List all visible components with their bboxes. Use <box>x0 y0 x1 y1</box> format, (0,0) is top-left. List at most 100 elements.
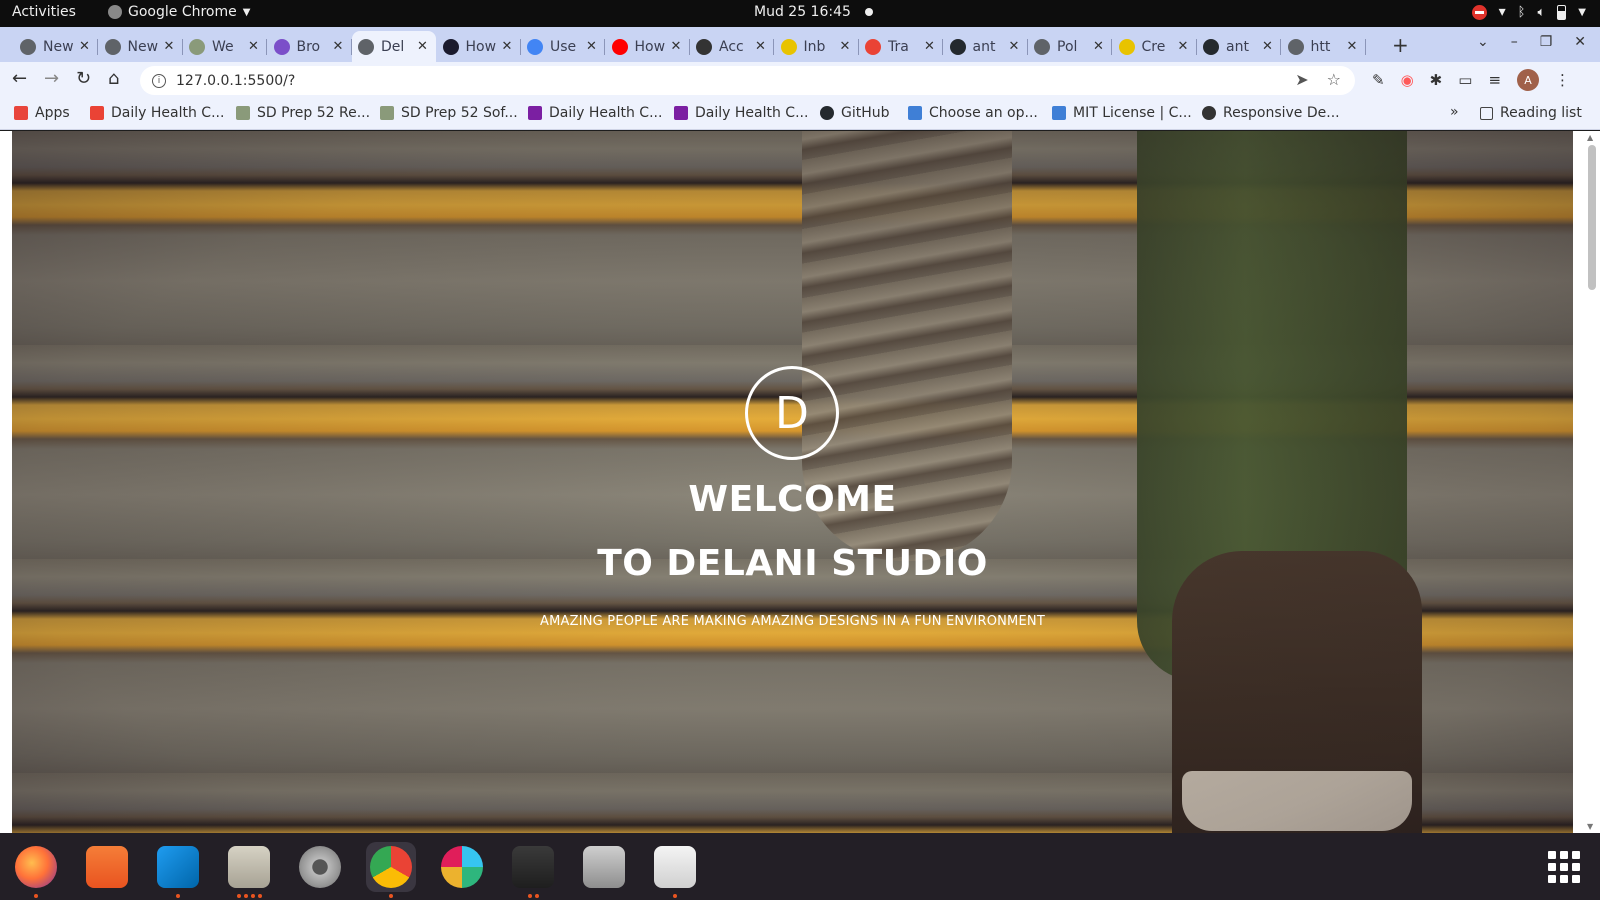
github-icon <box>1203 38 1219 55</box>
tab-label: ant <box>972 38 996 55</box>
dock-image-viewer[interactable] <box>579 842 629 892</box>
github-icon <box>949 38 966 55</box>
close-tab-icon[interactable]: ✕ <box>1178 39 1189 54</box>
bookmark-item[interactable]: Apps <box>14 105 70 121</box>
bookmark-item[interactable]: Responsive De... <box>1202 105 1340 121</box>
browser-tab[interactable]: Bro ✕ <box>268 31 352 62</box>
bookmark-item[interactable]: Daily Health C... <box>674 105 808 121</box>
close-tab-icon[interactable]: ✕ <box>755 39 766 54</box>
back-icon[interactable]: ← <box>12 68 27 89</box>
forward-icon[interactable]: → <box>44 68 59 89</box>
activities-button[interactable]: Activities <box>12 4 76 20</box>
browser-tab[interactable]: New ✕ <box>14 31 98 62</box>
hero-welcome-heading: WELCOME <box>688 479 897 520</box>
chrome-menu-icon[interactable]: ⋮ <box>1555 71 1570 89</box>
close-tab-icon[interactable]: ✕ <box>1093 39 1104 54</box>
show-applications-icon[interactable] <box>1548 851 1580 883</box>
system-tray[interactable]: ▾ ᛒ 🔈︎ ▼ <box>1471 4 1586 20</box>
close-tab-icon[interactable]: ✕ <box>586 39 597 54</box>
github-icon <box>820 106 834 120</box>
battery-icon <box>1557 4 1567 20</box>
close-tab-icon[interactable]: ✕ <box>164 39 175 54</box>
browser-tab[interactable]: ant ✕ <box>944 31 1028 62</box>
dock-files[interactable] <box>224 842 274 898</box>
bookmark-label: Daily Health C... <box>549 105 663 121</box>
browser-tab[interactable]: We ✕ <box>183 31 267 62</box>
media-controls-icon[interactable]: ≡ <box>1488 71 1501 89</box>
license-icon <box>1052 106 1066 120</box>
tree-icon <box>189 38 205 55</box>
gmail-icon <box>865 38 881 55</box>
browser-tab[interactable]: Cre ✕ <box>1113 31 1197 62</box>
close-tab-icon[interactable]: ✕ <box>1262 39 1273 54</box>
close-tab-icon[interactable]: ✕ <box>417 39 428 54</box>
scroll-up-icon[interactable]: ▲ <box>1587 133 1593 142</box>
tab-search-icon[interactable]: ⌄ <box>1477 34 1489 50</box>
reload-icon[interactable]: ↻ <box>76 68 91 89</box>
browser-tab[interactable]: How ✕ <box>606 31 690 62</box>
clock[interactable]: Mud 25 16:45 <box>754 4 873 20</box>
power-menu-icon[interactable]: ▼ <box>1578 7 1586 18</box>
close-tab-icon[interactable]: ✕ <box>1009 39 1020 54</box>
url-text[interactable]: 127.0.0.1:5500/? <box>176 73 295 89</box>
scrollbar-thumb[interactable] <box>1588 145 1596 290</box>
cast-icon[interactable]: ▭ <box>1458 71 1472 89</box>
bookmark-item[interactable]: GitHub <box>820 105 890 121</box>
close-tab-icon[interactable]: ✕ <box>924 39 935 54</box>
dock-firefox[interactable] <box>11 842 61 898</box>
reading-list-button[interactable]: Reading list <box>1480 105 1582 121</box>
dock-slack[interactable] <box>437 842 487 892</box>
close-window-icon[interactable]: ✕ <box>1574 34 1586 50</box>
close-tab-icon[interactable]: ✕ <box>333 39 344 54</box>
site-info-icon[interactable]: i <box>152 73 166 88</box>
bookmark-item[interactable]: SD Prep 52 Sof... <box>380 105 518 121</box>
close-tab-icon[interactable]: ✕ <box>1347 39 1358 54</box>
close-tab-icon[interactable]: ✕ <box>79 39 90 54</box>
dock-settings[interactable] <box>295 842 345 892</box>
bookmark-star-icon[interactable]: ☆ <box>1327 70 1341 89</box>
browser-tab[interactable]: Del ✕ <box>352 31 436 62</box>
home-icon[interactable]: ⌂ <box>108 68 119 89</box>
running-indicator <box>650 894 700 898</box>
browser-tab[interactable]: ant ✕ <box>1197 31 1281 62</box>
browser-tab[interactable]: New ✕ <box>99 31 183 62</box>
send-to-device-icon[interactable]: ➤ <box>1295 70 1308 89</box>
close-tab-icon[interactable]: ✕ <box>840 39 851 54</box>
restore-icon[interactable]: ❐ <box>1540 34 1553 50</box>
do-not-disturb-icon[interactable] <box>1471 4 1487 20</box>
bookmark-item[interactable]: MIT License | C... <box>1052 105 1192 121</box>
google-g-icon <box>527 38 543 55</box>
browser-tab[interactable]: Pol ✕ <box>1028 31 1112 62</box>
dock-chrome[interactable] <box>366 842 416 898</box>
close-tab-icon[interactable]: ✕ <box>671 39 682 54</box>
dock-vscode[interactable] <box>153 842 203 898</box>
extensions-puzzle-icon[interactable]: ✱ <box>1430 71 1443 89</box>
more-bookmarks-icon[interactable]: » <box>1450 104 1459 120</box>
record-extension-icon[interactable]: ◉ <box>1401 71 1414 89</box>
new-tab-button[interactable]: + <box>1392 33 1409 57</box>
browser-tab[interactable]: Acc ✕ <box>690 31 774 62</box>
app-menu[interactable]: Google Chrome ▼ <box>108 4 250 20</box>
browser-tab[interactable]: Inb ✕ <box>775 31 859 62</box>
running-indicator <box>11 894 61 898</box>
tab-label: Pol <box>1057 38 1078 55</box>
scroll-down-icon[interactable]: ▼ <box>1587 822 1593 831</box>
browser-tab[interactable]: How ✕ <box>437 31 521 62</box>
dock-terminal[interactable] <box>508 842 558 898</box>
bookmark-item[interactable]: SD Prep 52 Re... <box>236 105 370 121</box>
page-scrollbar[interactable]: ▲ ▼ <box>1584 131 1600 833</box>
close-tab-icon[interactable]: ✕ <box>502 39 513 54</box>
dock-ubuntu-software[interactable] <box>82 842 132 892</box>
bookmark-item[interactable]: Choose an op... <box>908 105 1038 121</box>
browser-tab[interactable]: htt ✕ <box>1282 31 1366 62</box>
address-bar[interactable]: i 127.0.0.1:5500/? ➤ ☆ <box>140 66 1355 95</box>
bookmark-item[interactable]: Daily Health C... <box>528 105 662 121</box>
bookmark-item[interactable]: Daily Health C... <box>90 105 224 121</box>
eyedropper-extension-icon[interactable]: ✎ <box>1372 71 1385 89</box>
minimize-icon[interactable]: – <box>1511 34 1518 50</box>
dock-text-editor[interactable] <box>650 842 700 898</box>
browser-tab[interactable]: Use ✕ <box>521 31 605 62</box>
close-tab-icon[interactable]: ✕ <box>248 39 259 54</box>
browser-tab[interactable]: Tra ✕ <box>859 31 943 62</box>
profile-avatar[interactable]: A <box>1517 69 1540 91</box>
